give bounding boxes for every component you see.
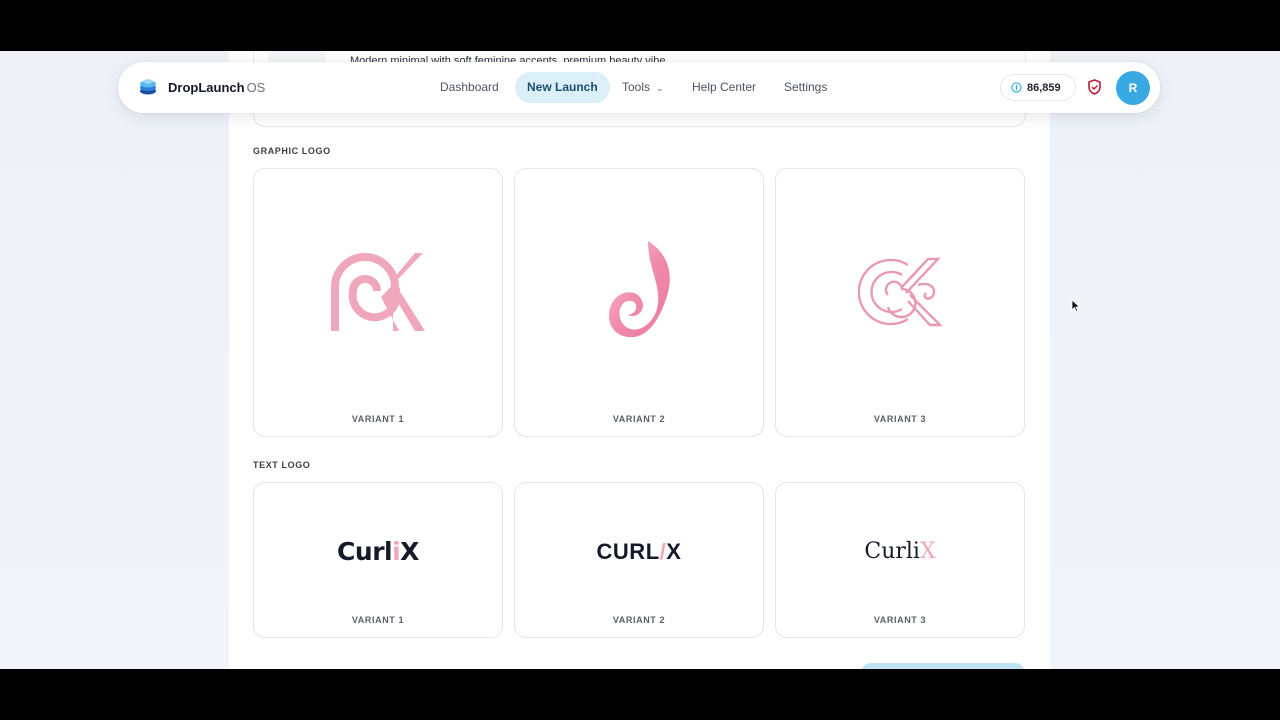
brand[interactable]: DropLaunch OS bbox=[138, 77, 265, 97]
credits-badge[interactable]: 86,859 bbox=[1000, 74, 1076, 101]
wordmark: CURL/X bbox=[596, 539, 682, 564]
user-avatar[interactable]: R bbox=[1116, 71, 1150, 105]
graphic-logo-heading: GRAPHIC LOGO bbox=[253, 146, 331, 156]
wordmark: CurliX bbox=[337, 537, 419, 566]
outline-ck-monogram-icon bbox=[858, 257, 943, 327]
top-navbar: DropLaunch OS Dashboard New Launch Tools ⌄… bbox=[118, 62, 1160, 113]
variant-label: VARIANT 1 bbox=[351, 414, 405, 424]
variant-label: VARIANT 1 bbox=[351, 615, 405, 625]
variant-label: VARIANT 2 bbox=[612, 615, 666, 625]
nav-help-center[interactable]: Help Center bbox=[680, 72, 768, 103]
wordmark: CurliX bbox=[864, 539, 936, 564]
nav-tools[interactable]: Tools ⌄ bbox=[610, 72, 676, 103]
pink-flame-swirl-icon bbox=[608, 241, 670, 338]
variant-label: VARIANT 2 bbox=[612, 414, 666, 424]
nav-new-launch[interactable]: New Launch bbox=[515, 72, 610, 103]
shield-icon[interactable] bbox=[1087, 79, 1102, 95]
layers-logo-icon bbox=[140, 79, 156, 95]
letterbox-top bbox=[0, 0, 1280, 51]
content-panel: Modern minimal with soft feminine accent… bbox=[229, 51, 1050, 669]
text-logo-heading: TEXT LOGO bbox=[253, 460, 311, 470]
nav-tools-label: Tools bbox=[622, 80, 651, 94]
nav-dashboard[interactable]: Dashboard bbox=[428, 72, 511, 103]
text-logo-variant-3[interactable]: CurliX VARIANT 3 bbox=[775, 482, 1025, 638]
text-logo-variant-2[interactable]: CURL/X VARIANT 2 bbox=[514, 482, 764, 638]
graphic-logo-variant-3[interactable]: VARIANT 3 bbox=[775, 168, 1025, 437]
chevron-down-icon: ⌄ bbox=[656, 83, 664, 93]
variant-label: VARIANT 3 bbox=[873, 615, 927, 625]
nav-settings[interactable]: Settings bbox=[772, 72, 839, 103]
graphic-logo-variant-1[interactable]: VARIANT 1 bbox=[253, 168, 503, 437]
text-logo-variant-1[interactable]: CurliX VARIANT 1 bbox=[253, 482, 503, 638]
swirl-rk-monogram-icon bbox=[331, 253, 425, 331]
brand-name: DropLaunch bbox=[168, 79, 245, 95]
brand-suffix: OS bbox=[246, 79, 266, 95]
coin-icon bbox=[1011, 82, 1022, 93]
variant-label: VARIANT 3 bbox=[873, 414, 927, 424]
credits-value: 86,859 bbox=[1027, 81, 1061, 94]
letterbox-bottom bbox=[0, 669, 1280, 720]
graphic-logo-variant-2[interactable]: VARIANT 2 bbox=[514, 168, 764, 437]
page-viewport: Modern minimal with soft feminine accent… bbox=[0, 51, 1280, 669]
mouse-cursor-icon bbox=[1071, 299, 1081, 313]
